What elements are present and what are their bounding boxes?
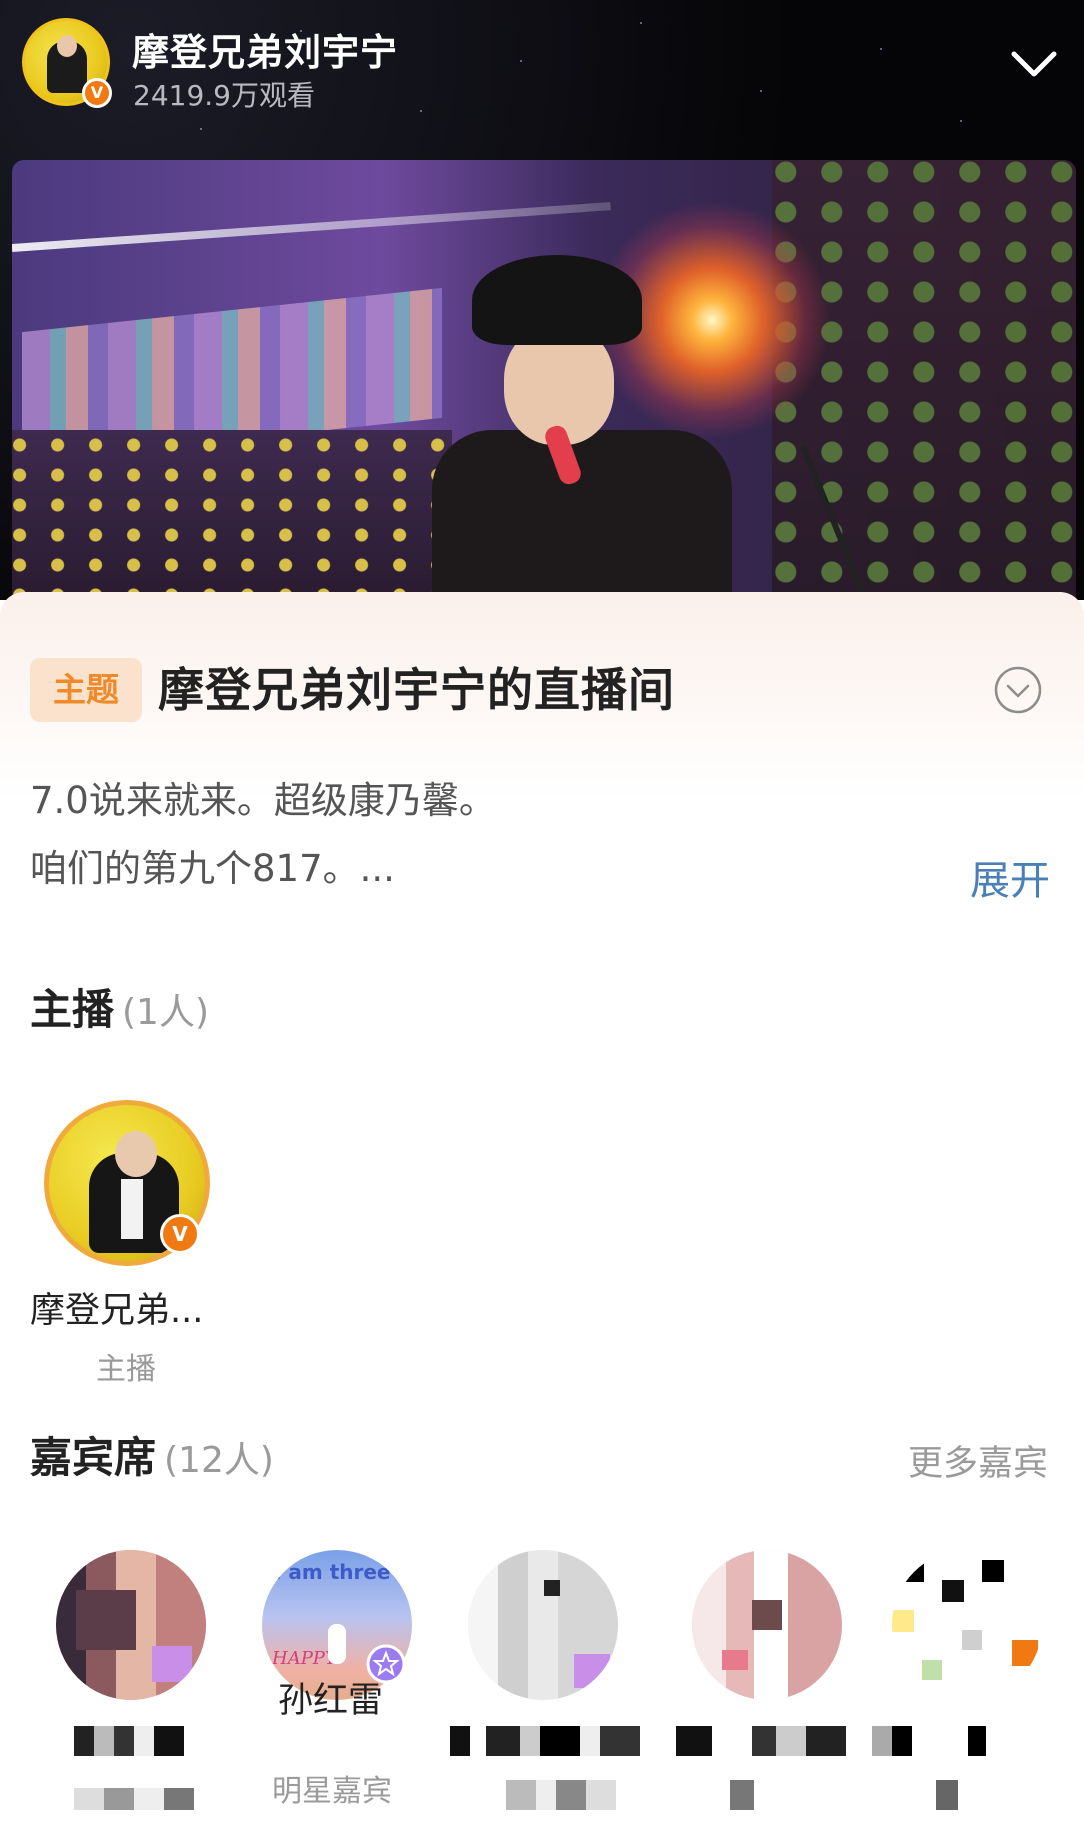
verified-badge-icon: V: [160, 1214, 200, 1254]
guest-role-redacted: [74, 1788, 194, 1810]
guest-role-redacted: [730, 1780, 754, 1810]
verified-badge-icon: V: [82, 78, 112, 108]
guest-avatar[interactable]: [56, 1550, 206, 1700]
guests-title: 嘉宾席: [30, 1433, 157, 1482]
hosts-title: 主播: [30, 985, 115, 1034]
room-description-line-1: 7.0说来就来。超级康乃馨。: [30, 779, 496, 822]
live-video-player[interactable]: [12, 160, 1076, 600]
more-guests-link[interactable]: 更多嘉宾: [908, 1435, 1048, 1486]
expand-description-link[interactable]: 展开: [970, 848, 1050, 906]
guests-section-title: 嘉宾席 (12人): [30, 1424, 274, 1485]
guest-avatar[interactable]: [692, 1550, 842, 1700]
guest-name-redacted: [450, 1726, 640, 1756]
guest-name[interactable]: 孙红雷: [278, 1672, 383, 1723]
room-title: 摩登兄弟刘宇宁的直播间: [158, 663, 675, 717]
hosts-section-title: 主播 (1人): [30, 976, 209, 1037]
guest-name-redacted: [676, 1726, 846, 1756]
streamer-name[interactable]: 摩登兄弟刘宇宁: [132, 22, 398, 76]
chevron-down-circle-icon[interactable]: [994, 666, 1042, 714]
performer-image: [432, 255, 752, 600]
view-count: 2419.9万观看: [133, 79, 315, 112]
guest-role-redacted: [936, 1780, 958, 1810]
guest-role: 明星嘉宾: [272, 1774, 392, 1809]
live-header: V 摩登兄弟刘宇宁 2419.9万观看: [0, 0, 1084, 600]
avatar-text: I am three: [274, 1560, 391, 1584]
host-name[interactable]: 摩登兄弟...: [30, 1282, 203, 1333]
room-info-panel: 主题 摩登兄弟刘宇宁的直播间 7.0说来就来。超级康乃馨。 咱们的第九个817。…: [0, 592, 1084, 1833]
room-description-line-2: 咱们的第九个817。...: [30, 847, 395, 890]
host-role: 主播: [96, 1352, 156, 1387]
hosts-count: (1人): [122, 992, 210, 1033]
topic-badge: 主题: [30, 658, 142, 722]
guest-role-redacted: [506, 1780, 616, 1810]
chevron-down-icon[interactable]: [1008, 38, 1060, 90]
guest-name-redacted: [872, 1726, 1022, 1756]
guest-avatar[interactable]: [892, 1550, 1042, 1700]
guests-count: (12人): [164, 1440, 274, 1481]
guest-avatar[interactable]: [468, 1550, 618, 1700]
guest-name-redacted: [74, 1726, 184, 1756]
